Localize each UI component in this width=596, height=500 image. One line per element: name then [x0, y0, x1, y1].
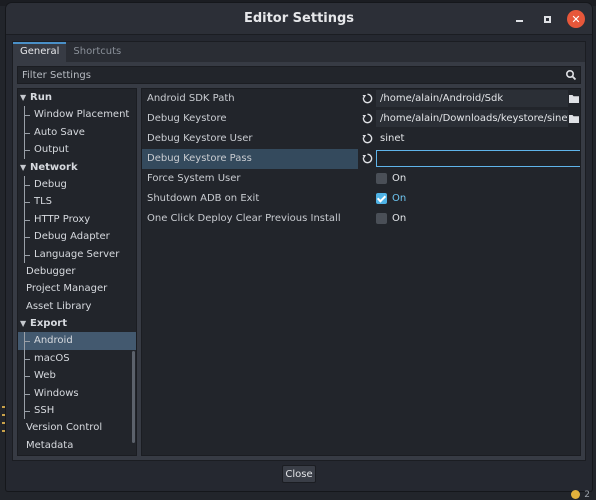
tree-item-label: Export	[30, 318, 68, 330]
tree-category-export[interactable]: ▼ Export	[18, 315, 136, 332]
tree-item-http-proxy[interactable]: HTTP Proxy	[18, 210, 136, 229]
minimize-icon	[515, 20, 523, 22]
prop-value: /home/alain/Android/Sdk	[358, 89, 580, 109]
prop-android-sdk-path: Android SDK Path /home/alain/Android/Sdk	[142, 89, 580, 109]
revert-icon[interactable]	[362, 113, 373, 124]
prop-value: sinet	[358, 129, 578, 149]
tree-item-version-control[interactable]: Version Control	[18, 419, 136, 436]
tree-item-project-manager[interactable]: Project Manager	[18, 280, 136, 297]
prop-force-system-user: Force System User On	[142, 169, 580, 189]
settings-panel: General Shortcuts ▼Run Window Placement …	[12, 41, 586, 461]
prop-label: Shutdown ADB on Exit	[147, 193, 260, 204]
window-title: Editor Settings	[243, 11, 355, 26]
filter-settings-input[interactable]	[18, 67, 580, 83]
prop-one-click-deploy: One Click Deploy Clear Previous Install …	[142, 209, 580, 229]
checkbox-label: On	[392, 193, 407, 204]
prop-label: One Click Deploy Clear Previous Install	[147, 213, 341, 224]
prop-debug-keystore-user: Debug Keystore User sinet	[142, 129, 580, 149]
tree-category-run[interactable]: ▼ Run	[18, 89, 136, 106]
revert-icon[interactable]	[362, 93, 373, 104]
revert-icon[interactable]	[362, 133, 373, 144]
force-system-user-checkbox[interactable]	[376, 173, 387, 184]
tab-shortcuts[interactable]: Shortcuts	[66, 42, 128, 62]
debug-keystore-field[interactable]: /home/alain/Downloads/keystore/sinet.key…	[376, 110, 568, 127]
prop-shutdown-adb: Shutdown ADB on Exit On	[142, 189, 580, 209]
checkbox-label: On	[392, 213, 407, 224]
prop-label: Debug Keystore Pass	[142, 149, 358, 169]
editor-settings-window: Editor Settings ✕ General Shortcuts ▼Run…	[6, 3, 592, 491]
tree-category-network[interactable]: ▼ Network	[18, 159, 136, 176]
minimize-button[interactable]	[510, 10, 528, 28]
checkbox-label: On	[392, 173, 407, 184]
tree-item-output[interactable]: Output	[18, 141, 136, 159]
tree-item-window-placement[interactable]: Window Placement	[18, 106, 136, 125]
tree-item-ssh[interactable]: SSH	[18, 402, 136, 420]
tree-item-label: Network	[30, 161, 78, 173]
close-icon: ✕	[571, 12, 581, 26]
tree-item-asset-library[interactable]: Asset Library	[18, 298, 136, 315]
close-button[interactable]: Close	[282, 465, 316, 483]
tree-item-label: Run	[30, 92, 52, 103]
tab-general[interactable]: General	[13, 42, 67, 62]
chevron-down-icon: ▼	[20, 319, 27, 329]
search-icon[interactable]	[565, 69, 577, 81]
prop-value: /home/alain/Downloads/keystore/sinet.key…	[358, 109, 580, 129]
warning-icon	[571, 490, 581, 499]
revert-icon[interactable]	[362, 153, 373, 164]
folder-icon[interactable]	[568, 113, 580, 124]
tree-item-language-server[interactable]: Language Server	[18, 245, 136, 264]
prop-label: Debug Keystore	[147, 113, 227, 124]
prop-label: Force System User	[147, 173, 241, 184]
prop-value: On	[358, 189, 578, 209]
tree-item-debug-adapter[interactable]: Debug Adapter	[18, 228, 136, 246]
tree-item-windows[interactable]: Windows	[18, 384, 136, 403]
prop-value: On	[358, 209, 578, 229]
settings-category-tree: ▼ Run Window Placement Auto Save Output ▼…	[17, 88, 137, 456]
prop-value	[358, 149, 580, 169]
debug-keystore-user-field[interactable]: sinet	[376, 130, 568, 147]
shutdown-adb-checkbox[interactable]	[376, 193, 387, 204]
chevron-down-icon: ▼	[20, 162, 27, 172]
filter-box	[17, 66, 581, 84]
warning-count: 2	[584, 490, 590, 500]
prop-value: On	[358, 169, 578, 189]
tree-item-macos[interactable]: macOS	[18, 349, 136, 368]
tree-item-web[interactable]: Web	[18, 367, 136, 386]
tree-scrollbar[interactable]	[132, 351, 135, 443]
tree-item-debugger[interactable]: Debugger	[18, 263, 136, 280]
title-bar: Editor Settings ✕	[6, 3, 592, 35]
tree-item-debug[interactable]: Debug	[18, 175, 136, 194]
tab-bar: General Shortcuts	[13, 42, 128, 62]
tree-item-android[interactable]: Android	[18, 332, 136, 351]
tree-item-tls[interactable]: TLS	[18, 193, 136, 212]
tree-item-metadata[interactable]: Metadata	[18, 437, 136, 454]
general-tab-body: ▼Run Window Placement Auto Save Output ▼…	[13, 62, 585, 460]
prop-debug-keystore-pass: Debug Keystore Pass	[142, 149, 580, 169]
prop-label: Android SDK Path	[147, 93, 235, 104]
prop-label: Debug Keystore User	[147, 133, 253, 144]
folder-icon[interactable]	[568, 93, 580, 104]
tree-item-auto-save[interactable]: Auto Save	[18, 123, 136, 142]
settings-inspector: Android SDK Path /home/alain/Android/Sdk…	[141, 88, 581, 456]
status-bar: 2	[571, 490, 590, 500]
prop-debug-keystore: Debug Keystore /home/alain/Downloads/key…	[142, 109, 580, 129]
sdk-path-field[interactable]: /home/alain/Android/Sdk	[376, 90, 568, 107]
one-click-deploy-checkbox[interactable]	[376, 213, 387, 224]
debug-keystore-pass-field[interactable]	[376, 150, 580, 167]
close-window-button[interactable]: ✕	[567, 10, 585, 28]
maximize-icon	[543, 15, 551, 23]
chevron-down-icon: ▼	[20, 93, 27, 102]
maximize-button[interactable]	[538, 10, 556, 28]
